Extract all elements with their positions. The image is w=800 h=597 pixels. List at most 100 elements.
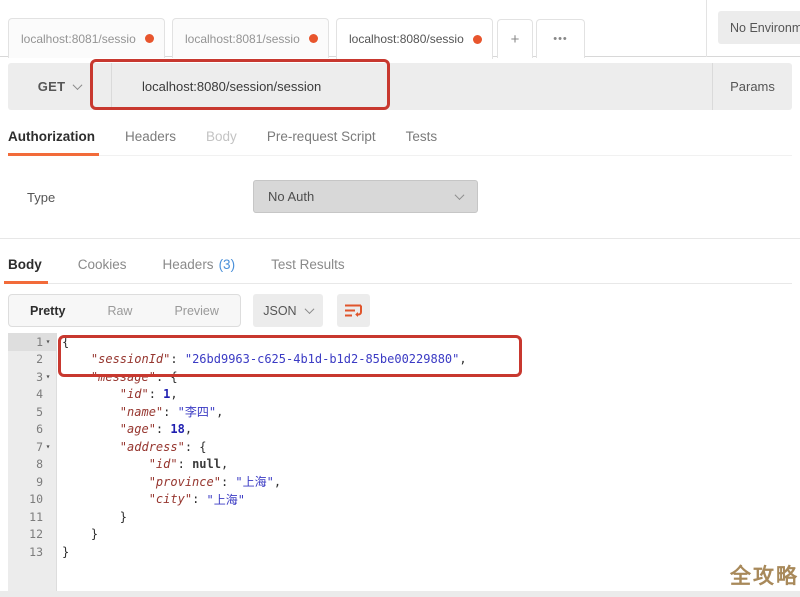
- token-p: :: [221, 475, 235, 489]
- code-line: }: [62, 508, 467, 526]
- json-response-body: { "sessionId": "26bd9963-c625-4b1d-b1d2-…: [62, 333, 467, 561]
- token-p: ,: [185, 422, 192, 436]
- view-mode-raw[interactable]: Raw: [86, 295, 153, 326]
- token-k: "province": [149, 475, 221, 489]
- view-mode-pretty[interactable]: Pretty: [9, 295, 86, 326]
- response-view-toolbar: PrettyRawPreview JSON: [8, 294, 792, 327]
- gutter-row: 3▾: [8, 368, 56, 386]
- token-k: "age": [120, 422, 156, 436]
- token-p: : {: [185, 440, 207, 454]
- token-p: [62, 492, 149, 506]
- code-line: "sessionId": "26bd9963-c625-4b1d-b1d2-85…: [62, 351, 467, 369]
- gutter-row: 12: [8, 526, 56, 544]
- line-number: 6: [36, 422, 43, 436]
- response-body-editor[interactable]: 1▾23▾4567▾8910111213 { "sessionId": "26b…: [0, 333, 800, 591]
- token-k: "sessionId": [91, 352, 170, 366]
- request-tab-title: localhost:8080/sessio: [349, 32, 467, 46]
- token-p: [62, 370, 91, 384]
- params-button[interactable]: Params: [712, 63, 792, 110]
- url-bar: GET localhost:8080/session/session Param…: [8, 63, 792, 110]
- token-s: "26bd9963-c625-4b1d-b1d2-85be00229880": [185, 352, 460, 366]
- auth-type-dropdown[interactable]: No Auth: [253, 180, 478, 213]
- response-tab-test-results[interactable]: Test Results: [271, 246, 345, 283]
- token-p: [62, 475, 149, 489]
- token-p: :: [156, 422, 170, 436]
- view-mode-switch: PrettyRawPreview: [8, 294, 241, 327]
- watermark-text: 全攻略: [730, 560, 799, 590]
- request-tab[interactable]: localhost:8081/sessio: [172, 18, 329, 58]
- method-label: GET: [38, 79, 66, 94]
- code-line: "address": {: [62, 438, 467, 456]
- response-tab-body[interactable]: Body: [8, 246, 42, 283]
- code-line: "age": 18,: [62, 421, 467, 439]
- token-s: "李四": [178, 403, 216, 420]
- postman-window: localhost:8081/sessiolocalhost:8081/sess…: [0, 0, 800, 597]
- token-p: }: [62, 527, 98, 541]
- code-line: "id": 1,: [62, 386, 467, 404]
- authorization-panel: Type No Auth: [0, 156, 800, 239]
- format-dropdown[interactable]: JSON: [253, 294, 323, 327]
- tab-authorization[interactable]: Authorization: [8, 118, 95, 155]
- auth-type-value: No Auth: [268, 189, 314, 204]
- token-p: ,: [170, 387, 177, 401]
- fold-caret-icon[interactable]: ▾: [43, 442, 53, 451]
- token-p: : {: [156, 370, 178, 384]
- token-p: [62, 387, 120, 401]
- gutter-row: 5: [8, 403, 56, 421]
- new-tab-button[interactable]: +: [497, 19, 533, 58]
- code-line: "city": "上海": [62, 491, 467, 509]
- fold-caret-icon[interactable]: ▾: [43, 337, 53, 346]
- tab-body[interactable]: Body: [206, 118, 237, 155]
- line-number: 12: [29, 527, 43, 541]
- token-p: :: [178, 457, 192, 471]
- token-p: :: [163, 405, 177, 419]
- view-mode-preview[interactable]: Preview: [153, 295, 239, 326]
- response-tab-label: Headers: [163, 257, 214, 272]
- code-line: "name": "李四",: [62, 403, 467, 421]
- unsaved-dot-icon: [473, 35, 482, 44]
- response-tab-headers[interactable]: Headers(3): [163, 246, 236, 283]
- response-tab-cookies[interactable]: Cookies: [78, 246, 127, 283]
- token-n: 18: [170, 422, 184, 436]
- format-value: JSON: [263, 304, 296, 318]
- token-k: "city": [149, 492, 192, 506]
- tab-pre-request-script[interactable]: Pre-request Script: [267, 118, 376, 155]
- token-k: "name": [120, 405, 163, 419]
- line-number-gutter: 1▾23▾4567▾8910111213: [8, 333, 57, 591]
- line-number: 3: [36, 370, 43, 384]
- token-p: :: [149, 387, 163, 401]
- tab-headers[interactable]: Headers: [125, 118, 176, 155]
- token-p: ,: [274, 475, 281, 489]
- gutter-row: 6: [8, 421, 56, 439]
- fold-caret-icon[interactable]: ▾: [43, 372, 53, 381]
- line-number: 9: [36, 475, 43, 489]
- code-line: "message": {: [62, 368, 467, 386]
- token-k: "message": [91, 370, 156, 384]
- request-tab[interactable]: localhost:8080/sessio: [336, 18, 493, 59]
- request-tab[interactable]: localhost:8081/sessio: [8, 18, 165, 58]
- method-dropdown[interactable]: GET: [8, 63, 112, 110]
- tab-tests[interactable]: Tests: [406, 118, 438, 155]
- response-section-tabs: Body Cookies Headers(3) Test Results: [8, 246, 792, 284]
- url-input[interactable]: localhost:8080/session/session: [112, 63, 712, 110]
- line-number: 5: [36, 405, 43, 419]
- line-number: 10: [29, 492, 43, 506]
- token-p: :: [170, 352, 184, 366]
- token-s: "上海": [207, 491, 245, 508]
- gutter-row: 10: [8, 491, 56, 509]
- response-tab-label: Body: [8, 257, 42, 272]
- response-tab-label: Test Results: [271, 257, 345, 272]
- tab-options-button[interactable]: •••: [536, 19, 585, 58]
- request-tab-bar: localhost:8081/sessiolocalhost:8081/sess…: [0, 0, 800, 57]
- unsaved-dot-icon: [145, 34, 154, 43]
- gutter-row: 11: [8, 508, 56, 526]
- response-tab-label: Cookies: [78, 257, 127, 272]
- gutter-row: 7▾: [8, 438, 56, 456]
- wrap-text-button[interactable]: [337, 294, 370, 327]
- chevron-down-icon: [304, 304, 314, 314]
- environment-selector[interactable]: No Environment: [718, 11, 800, 44]
- token-u: null: [192, 457, 221, 471]
- token-p: ,: [221, 457, 228, 471]
- gutter-row: 9: [8, 473, 56, 491]
- tabbar-divider: [706, 0, 707, 57]
